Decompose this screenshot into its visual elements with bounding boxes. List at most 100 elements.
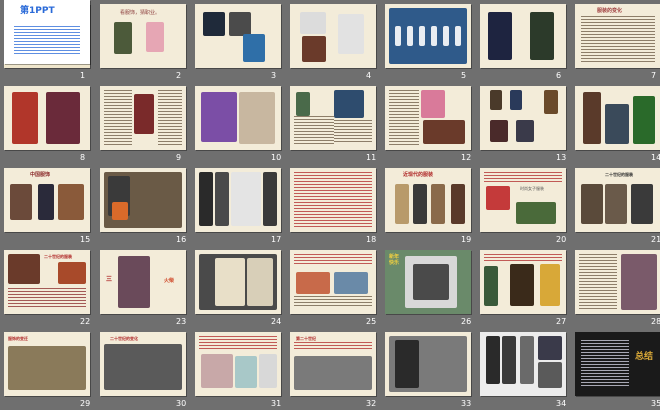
slide-thumbnail-32[interactable]: 第二十世纪 [290,332,376,396]
slide-label: 火柴 [164,278,175,284]
slide-thumbnail-14[interactable] [575,86,660,150]
slide-number: 33 [461,399,472,408]
matchbox-photo [118,256,150,308]
slide-thumbnail-3[interactable] [195,4,281,68]
slide-number: 32 [366,399,377,408]
slide-thumbnail-29[interactable]: 服饰的变迁 [4,332,90,396]
suit-photo [199,172,213,226]
slide-thumbnail-4[interactable] [290,4,376,68]
slide-thumbnail-17[interactable] [195,168,281,232]
slide-thumbnail-6[interactable] [480,4,566,68]
figure-photo [510,264,534,306]
slide-number: 14 [651,153,660,162]
text-block [294,172,372,228]
slide-thumbnail-2[interactable]: 看服饰，猜职业。 [100,4,186,68]
suit-photo [215,172,229,226]
portrait-photo [58,262,86,284]
figure-photo [631,184,653,224]
slide-thumbnail-12[interactable] [385,86,471,150]
slide-thumbnail-13[interactable] [480,86,566,150]
slide-number: 18 [366,235,377,244]
figure-photo [581,184,603,224]
slide-thumbnail-22[interactable]: 二十世纪的服装 [4,250,90,314]
slide-number: 26 [461,317,472,326]
slide-number: 27 [556,317,567,326]
page [215,258,245,306]
slide-number: 28 [651,317,660,326]
costume-photo [12,92,38,144]
fashion-photo [259,354,277,388]
crowd-photo [104,344,182,390]
opera-photo [421,90,445,118]
marcher [431,26,437,46]
slide-number: 8 [80,153,86,162]
slide-thumbnail-16[interactable] [100,168,186,232]
slide-thumbnail-26[interactable]: 新年快乐 [385,250,471,314]
slide-thumbnail-36[interactable]: 第1PPT [4,0,90,64]
slide-thumbnail-23[interactable]: 三火柴 [100,250,186,314]
marcher [455,26,461,46]
slide-thumbnail-20[interactable]: 时尚女子服装 [480,168,566,232]
slide-thumbnail-15[interactable]: 中国服饰 [4,168,90,232]
slide-label: 时尚女子服装 [520,186,544,191]
slide-number: 16 [176,235,187,244]
slide-thumbnail-11[interactable] [290,86,376,150]
slide-thumbnail-31[interactable] [195,332,281,396]
slide-thumbnail-28[interactable] [575,250,660,314]
page [247,258,273,306]
portrait-photo [486,186,510,210]
text-block [294,116,334,144]
slide-thumbnail-10[interactable] [195,86,281,150]
slide-thumbnail-27[interactable] [480,250,566,314]
slide-thumbnail-33[interactable] [385,332,471,396]
slide-thumbnail-18[interactable] [290,168,376,232]
slide-label: 中国服饰 [30,172,51,178]
group-photo [423,120,465,144]
fashion-photo [538,336,562,360]
uniform-photo [488,12,512,60]
figure-photo [431,184,445,224]
photo [296,272,330,294]
slide-thumbnail-21[interactable]: 二十世纪的服装 [575,168,660,232]
lady-photo [334,90,364,118]
chef-photo [300,12,326,34]
portrait-photo [8,254,40,284]
figure [395,340,419,388]
slide-thumbnail-8[interactable] [4,86,90,150]
slide-thumbnail-34[interactable] [480,332,566,396]
figure-photo [633,96,655,144]
soldier-photo [114,22,132,54]
photo [621,254,657,310]
figure-photo [490,120,508,142]
text-block [294,254,372,266]
figure-photo [490,90,502,110]
slide-label: 近现代的服装 [403,172,434,178]
slide-thumbnail-30[interactable]: 二十世纪的变化 [100,332,186,396]
slide-number: 20 [556,235,567,244]
slide-number: 36 [80,0,91,9]
marcher [419,26,425,46]
slide-label: 第1PPT [20,6,55,16]
qipao-photo [38,184,54,220]
slide-thumbnail-9[interactable] [100,86,186,150]
slide-number: 25 [366,317,377,326]
slide-label: 总结 [635,352,654,362]
fashion-photo [486,336,500,384]
fashion-photo [520,336,534,384]
slide-thumbnail-19[interactable]: 近现代的服装 [385,168,471,232]
uniform-photo [530,12,554,60]
slide-thumbnail-7[interactable]: 服装的变化 [575,4,660,68]
slide-number: 23 [176,317,187,326]
slide-number: 21 [651,235,660,244]
text-block [104,90,132,146]
slide-number: 1 [80,71,86,80]
figure-photo [583,92,601,144]
slide-thumbnail-35[interactable]: 总结 [575,332,660,396]
photo [334,272,368,294]
worker-photo [243,34,265,62]
slide-thumbnail-5[interactable] [385,4,471,68]
text-block [389,90,419,146]
nurse-photo [146,22,164,52]
slide-thumbnail-25[interactable] [290,250,376,314]
slide-thumbnail-24[interactable] [195,250,281,314]
